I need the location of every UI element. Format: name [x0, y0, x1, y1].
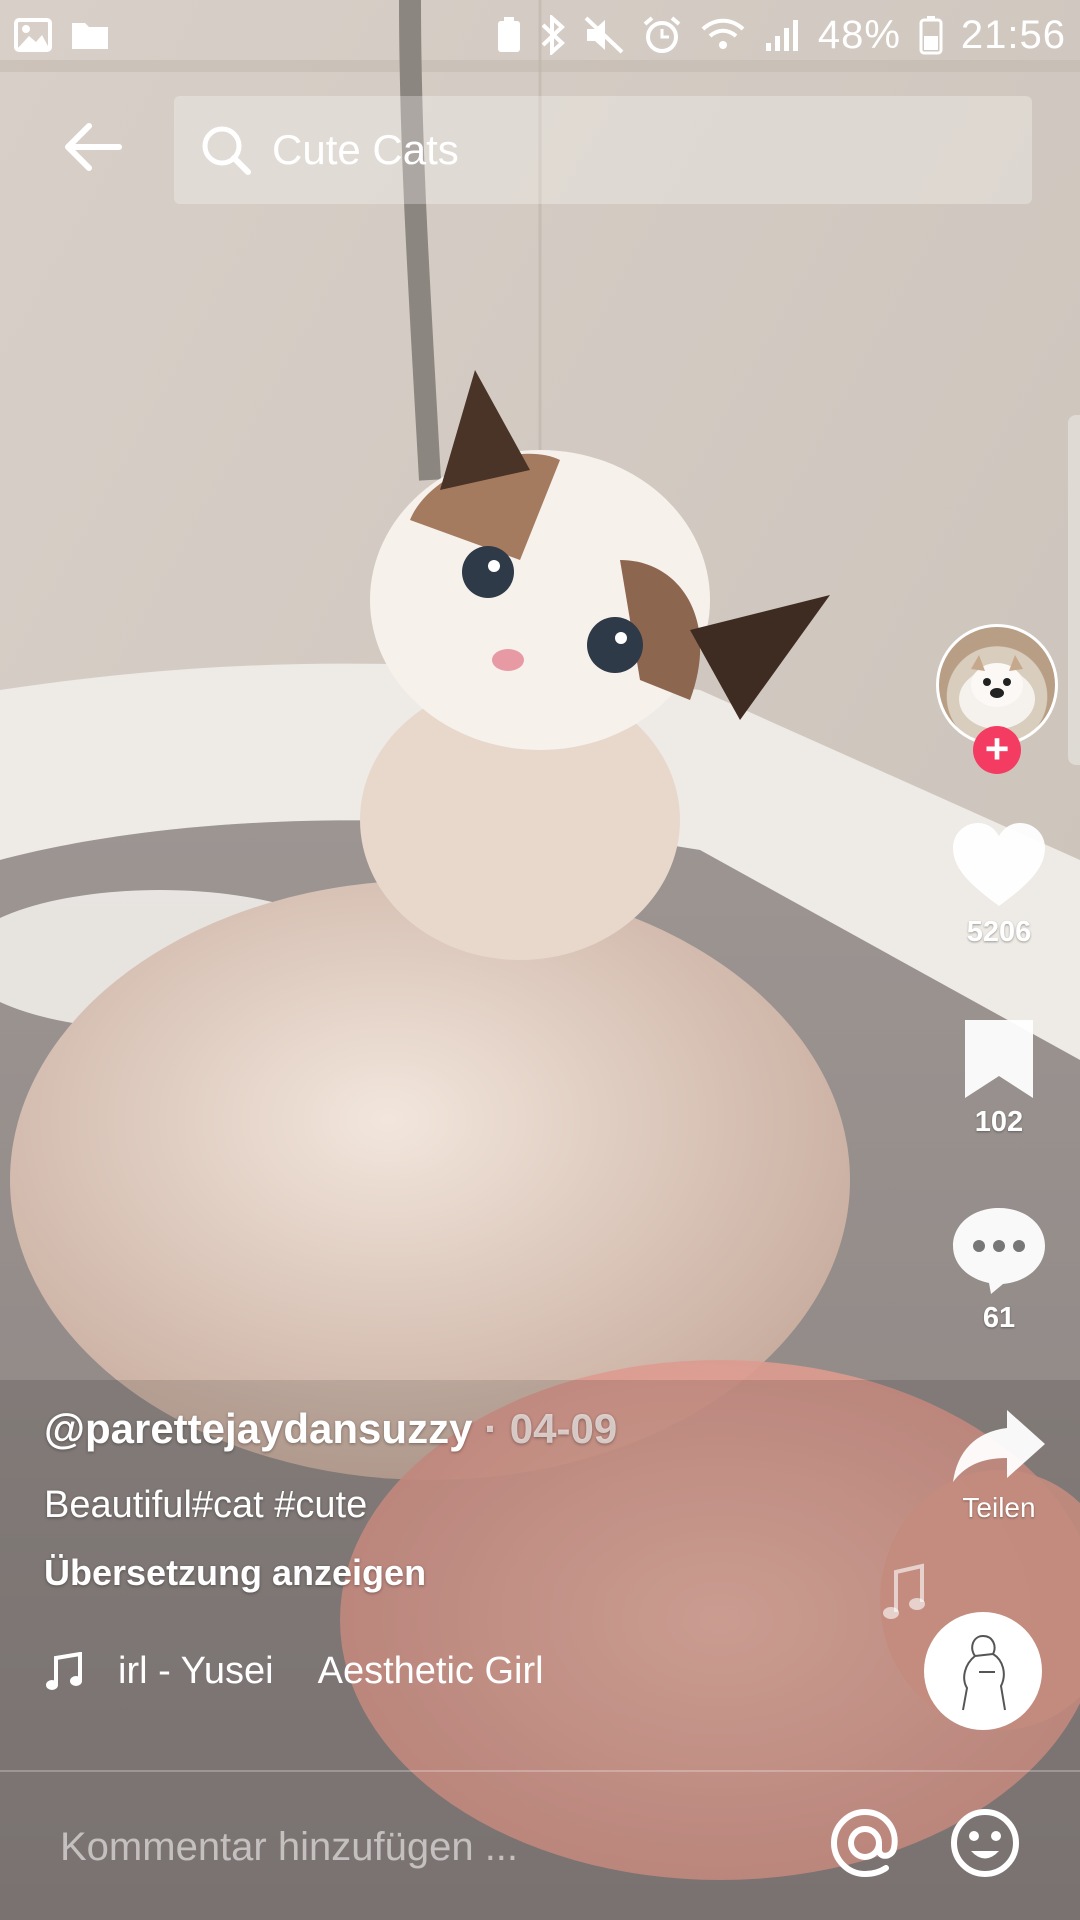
comment-bar: Kommentar hinzufügen ... — [0, 1772, 1080, 1920]
clock: 21:56 — [960, 12, 1066, 57]
back-button[interactable] — [58, 112, 128, 182]
floating-note-icon — [883, 1563, 925, 1619]
video-frame[interactable] — [0, 0, 1080, 1920]
music-track: irl - Yusei — [118, 1650, 274, 1692]
comment-action[interactable]: 61 — [930, 1204, 1068, 1335]
search-icon — [202, 126, 251, 175]
share-label: Teilen — [962, 1492, 1036, 1523]
post-description[interactable]: Beautiful#cat #cute — [44, 1484, 367, 1527]
music-info[interactable]: irl - Yusei Aesthetic Girl — [44, 1650, 544, 1693]
battery-icon — [919, 15, 943, 55]
status-bar: 48% 21:56 — [0, 0, 1080, 70]
signal-icon — [764, 17, 800, 53]
bookmark-icon — [965, 1020, 1033, 1098]
emoji-button[interactable] — [948, 1806, 1022, 1880]
share-arrow-icon — [953, 1410, 1045, 1482]
smiley-icon — [951, 1809, 1019, 1877]
music-title: Aesthetic Girl — [317, 1650, 544, 1692]
search-bar[interactable]: Cute Cats — [174, 96, 1032, 204]
caption-username-line: @parettejaydansuzzy · 04-09 — [44, 1405, 617, 1453]
gallery-icon — [14, 18, 52, 52]
favorite-action[interactable]: 102 — [930, 1016, 1068, 1139]
post-date: 04-09 — [509, 1405, 618, 1452]
music-note-icon — [46, 1651, 82, 1690]
bluetooth-icon — [540, 15, 566, 55]
battery-percent: 48% — [817, 12, 901, 57]
post-separator: · — [472, 1405, 510, 1452]
heart-icon — [953, 823, 1045, 906]
like-count: 5206 — [966, 916, 1032, 948]
search-query: Cute Cats — [272, 126, 459, 173]
comments-count: 61 — [982, 1302, 1016, 1334]
comment-icon — [953, 1208, 1045, 1294]
translate-button[interactable]: Übersetzung anzeigen — [44, 1552, 426, 1594]
mention-button[interactable] — [828, 1806, 902, 1880]
folder-icon — [70, 19, 110, 51]
side-panel-handle[interactable] — [1068, 415, 1080, 765]
sound-cover-icon — [962, 1635, 1006, 1711]
wifi-icon — [700, 17, 746, 53]
at-sign-icon — [830, 1808, 898, 1878]
share-action[interactable]: Teilen — [930, 1406, 1068, 1524]
follow-button[interactable]: + — [973, 726, 1021, 774]
creator-avatar[interactable]: + — [936, 624, 1058, 774]
battery-saver-icon — [496, 16, 522, 54]
like-action[interactable]: 5206 — [930, 820, 1068, 949]
arrow-left-icon — [65, 123, 122, 171]
comment-input[interactable]: Kommentar hinzufügen ... — [60, 1812, 800, 1882]
mute-icon — [584, 16, 624, 54]
music-disc[interactable] — [924, 1612, 1042, 1730]
username-link[interactable]: @parettejaydansuzzy — [44, 1405, 472, 1452]
favorites-count: 102 — [974, 1106, 1024, 1138]
alarm-icon — [642, 15, 682, 55]
